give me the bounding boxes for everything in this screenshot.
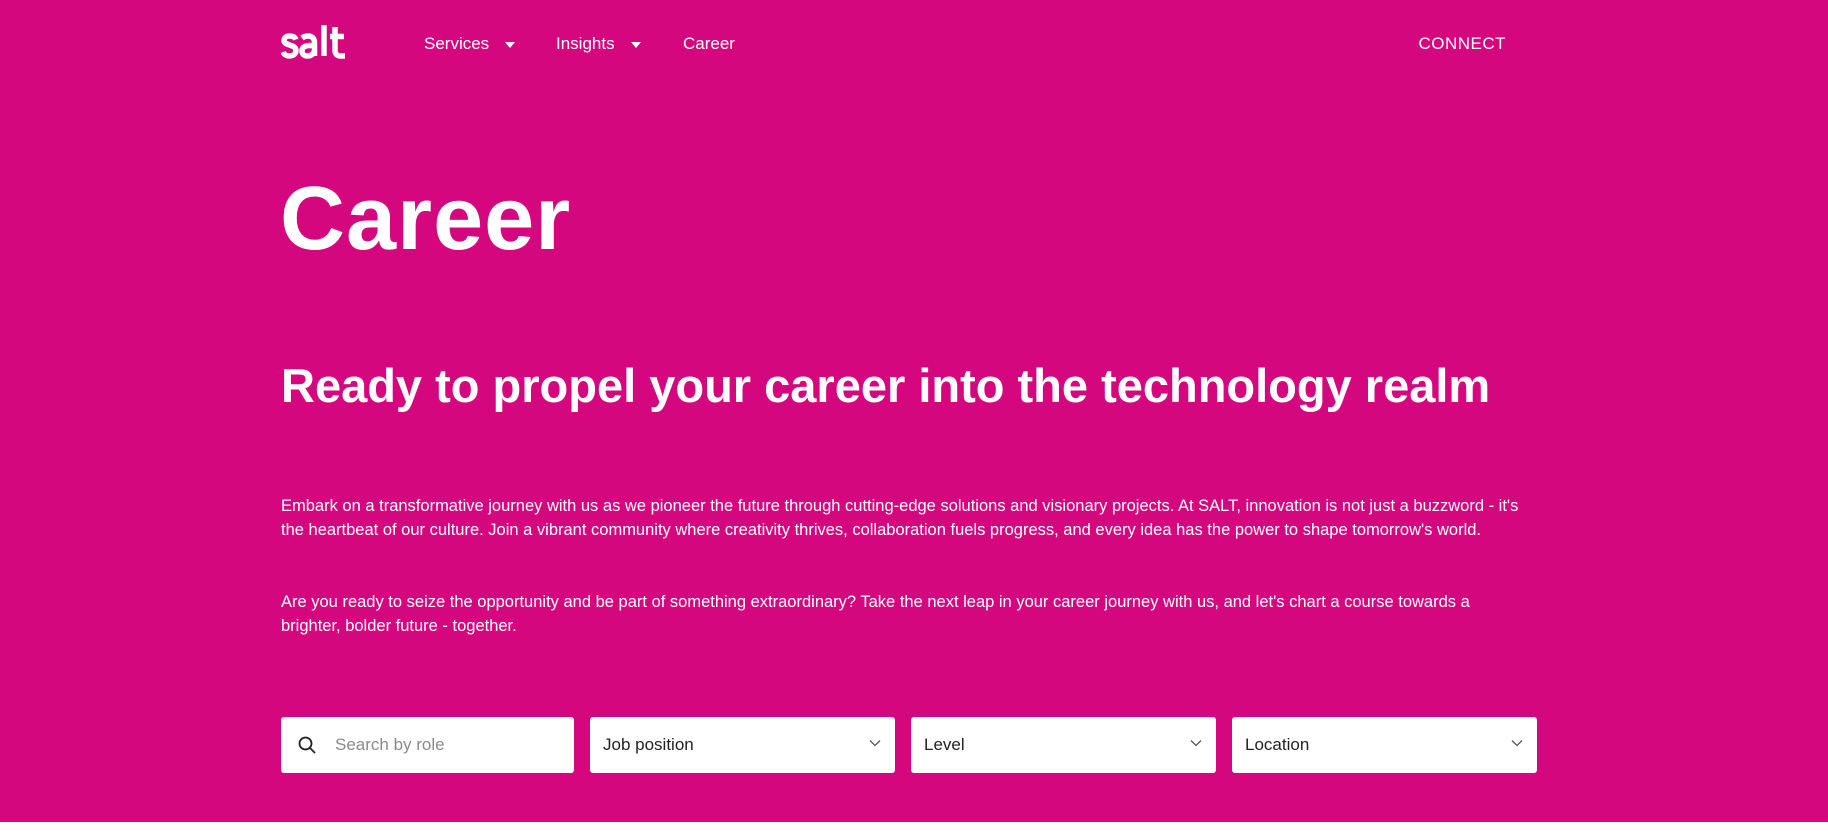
connect-link[interactable]: CONNECT <box>1418 32 1506 56</box>
career-headline: Ready to propel your career into the tec… <box>281 359 1491 412</box>
search-icon <box>298 736 316 754</box>
nav-career-label: Career <box>683 34 735 53</box>
nav-insights-label: Insights <box>556 34 615 53</box>
job-position-select[interactable]: Job position <box>590 717 895 773</box>
chevron-down-icon <box>1511 740 1523 747</box>
level-select[interactable]: Level <box>911 717 1216 773</box>
chevron-down-icon <box>1190 740 1202 747</box>
role-search-box[interactable] <box>281 717 574 773</box>
hero-section: Services Insights Career CONNECT Career … <box>0 0 1828 822</box>
job-position-label: Job position <box>603 735 694 754</box>
page-title: Career <box>280 169 572 269</box>
nav-career[interactable]: Career <box>683 32 735 56</box>
top-navigation: Services Insights Career CONNECT <box>280 22 1506 66</box>
nav-services-label: Services <box>424 34 490 53</box>
role-search-input[interactable] <box>335 727 560 763</box>
caret-down-icon <box>505 41 516 48</box>
cta-paragraph: Are you ready to seize the opportunity a… <box>281 593 1470 635</box>
salt-logo[interactable] <box>280 22 353 62</box>
chevron-down-icon <box>869 740 881 747</box>
caret-down-icon <box>630 41 641 48</box>
nav-insights[interactable]: Insights <box>556 32 641 56</box>
location-label: Location <box>1245 735 1310 754</box>
intro-paragraph: Embark on a transformative journey with … <box>281 497 1519 539</box>
nav-services[interactable]: Services <box>424 32 516 56</box>
location-select[interactable]: Location <box>1232 717 1537 773</box>
salt-logo-mark <box>280 25 345 59</box>
level-label: Level <box>924 735 965 754</box>
